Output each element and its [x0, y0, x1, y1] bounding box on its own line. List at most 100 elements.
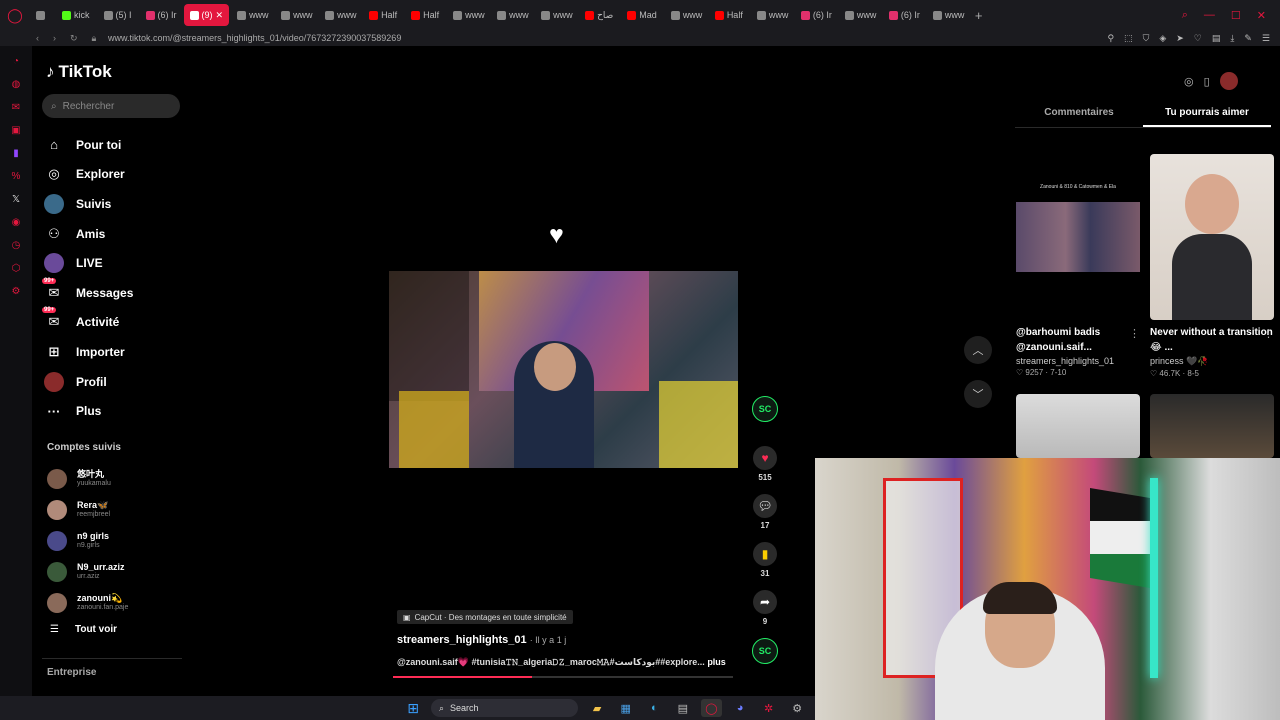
following-account[interactable]: N9_urr.aziz urr.aziz: [47, 556, 128, 587]
sidebar-percent-icon[interactable]: %: [12, 171, 21, 182]
vpn-icon[interactable]: ◈: [1159, 33, 1166, 44]
back-icon[interactable]: ‹: [36, 33, 39, 44]
video-author-name[interactable]: streamers_highlights_01: [397, 634, 527, 646]
profile-avatar[interactable]: [1219, 72, 1238, 90]
following-account[interactable]: 悠叶丸 yuukamalu: [47, 463, 128, 494]
forward-icon[interactable]: ›: [53, 33, 56, 44]
video-author[interactable]: streamers_highlights_01 · Il y a 1 j: [397, 634, 566, 646]
nav-item-explorer[interactable]: ◎ Explorer: [44, 160, 194, 190]
browser-tab[interactable]: Half: [709, 4, 749, 26]
browser-tab[interactable]: (6) Ir: [140, 4, 182, 26]
browser-tab[interactable]: (6) Ir: [883, 4, 925, 26]
browser-tab[interactable]: www: [839, 4, 881, 26]
browser-tab[interactable]: www: [275, 4, 317, 26]
browser-tab[interactable]: [30, 4, 54, 26]
sidebar-x-icon[interactable]: 𝕏: [12, 194, 20, 205]
browser-tab[interactable]: www: [927, 4, 969, 26]
heart-icon[interactable]: ♡: [1194, 33, 1202, 44]
nav-item-suivis[interactable]: Suivis: [44, 189, 194, 219]
browser-tab[interactable]: (9) ✕: [183, 4, 230, 26]
save-button[interactable]: ▮: [753, 542, 777, 566]
shield-icon[interactable]: ⛉: [1143, 33, 1150, 44]
search-input[interactable]: Rechercher: [63, 101, 115, 112]
file-explorer-icon[interactable]: ▰: [586, 699, 608, 717]
send-icon[interactable]: ➤: [1176, 33, 1184, 44]
card-author[interactable]: princess 🖤🥀: [1150, 356, 1274, 367]
url-field[interactable]: www.tiktok.com/@streamers_highlights_01/…: [108, 33, 401, 43]
capcut-tag[interactable]: ▣ CapCut · Des montages en toute simplic…: [397, 610, 573, 624]
card-thumbnail[interactable]: Zanouni & 810 & Catowmen & Ela: [1016, 154, 1140, 320]
store-icon[interactable]: ▦: [615, 699, 637, 717]
menu-icon[interactable]: ☰: [1262, 33, 1270, 44]
like-button[interactable]: ♥: [753, 446, 777, 470]
windows-start-icon[interactable]: ⊞: [402, 699, 424, 717]
nav-item-profil[interactable]: Profil: [44, 367, 194, 397]
browser-tab[interactable]: Mad: [621, 4, 663, 26]
tiktok-logo[interactable]: ♪ TikTok: [46, 62, 112, 82]
sidebar-bookmark-icon[interactable]: ▣: [11, 125, 20, 136]
nav-item-live[interactable]: LIVE: [44, 248, 194, 278]
search-bar[interactable]: ⌕ Rechercher: [42, 94, 180, 118]
tab-recommended[interactable]: Tu pourrais aimer: [1143, 104, 1271, 127]
following-account[interactable]: zanouni💫 zanouni.fan.paje: [47, 587, 128, 618]
creator-avatar[interactable]: SC: [752, 396, 778, 422]
browser-tab[interactable]: Half: [405, 4, 445, 26]
recommended-card[interactable]: Never without a transition 😂 ... princes…: [1150, 154, 1274, 378]
download-icon[interactable]: ⤓: [1230, 33, 1234, 44]
card-menu-icon[interactable]: ⋮: [1263, 327, 1274, 340]
calculator-icon[interactable]: ▤: [672, 699, 694, 717]
sound-avatar[interactable]: SC: [752, 638, 778, 664]
card-thumbnail[interactable]: [1150, 154, 1274, 320]
settings-icon[interactable]: ⚙: [786, 699, 808, 717]
taskbar-search[interactable]: ⌕ Search: [430, 699, 579, 717]
video-player[interactable]: [389, 271, 738, 468]
sidebar-player-icon[interactable]: ◉: [12, 217, 21, 228]
nav-item-messages[interactable]: ✉ 99+ Messages: [42, 277, 194, 308]
minimize-icon[interactable]: —: [1204, 9, 1215, 22]
sidebar-clock-icon[interactable]: ◷: [12, 240, 21, 251]
device-icon[interactable]: ▯: [1204, 75, 1210, 88]
nav-item-importer[interactable]: ⊞ Importer: [44, 337, 194, 367]
discord-icon[interactable]: ◕: [729, 699, 751, 717]
browser-tab[interactable]: kick: [56, 4, 96, 26]
share-button[interactable]: ➦: [753, 590, 777, 614]
card-author[interactable]: streamers_highlights_01: [1016, 356, 1140, 366]
browser-tab[interactable]: www: [491, 4, 533, 26]
sidebar-ai-icon[interactable]: ◍: [12, 79, 21, 90]
video-progress-bar[interactable]: [393, 676, 733, 678]
browser-tab[interactable]: (6) Ir: [795, 4, 837, 26]
close-tab-icon[interactable]: ✕: [216, 10, 224, 21]
next-video-button[interactable]: ﹀: [964, 380, 992, 408]
new-tab-button[interactable]: +: [969, 8, 989, 23]
maximize-icon[interactable]: ☐: [1231, 9, 1241, 22]
opera-taskbar-icon[interactable]: ◯: [700, 699, 723, 717]
sidebar-messenger-icon[interactable]: ✉: [12, 102, 20, 113]
nav-item-plus[interactable]: ··· Plus: [44, 396, 194, 426]
card-thumbnail[interactable]: [1016, 394, 1140, 458]
compass-icon[interactable]: ◎: [1184, 75, 1194, 88]
opera-logo-icon[interactable]: ◯: [0, 0, 30, 30]
reload-icon[interactable]: ↻: [70, 33, 78, 44]
edge-icon[interactable]: ◐: [643, 699, 665, 717]
browser-tab[interactable]: www: [231, 4, 273, 26]
sidebar-twitch-icon[interactable]: ▮: [13, 148, 19, 159]
browser-tab[interactable]: Half: [363, 4, 403, 26]
nav-item-activit[interactable]: ✉ 99+ Activité: [42, 307, 194, 338]
nav-item-pourtoi[interactable]: ⌂ Pour toi: [44, 130, 194, 160]
edit-icon[interactable]: ✎: [1244, 33, 1252, 44]
browser-tab[interactable]: www: [535, 4, 577, 26]
wallet-icon[interactable]: ▤: [1212, 33, 1221, 44]
search-tabs-icon[interactable]: ⌕: [1182, 9, 1188, 22]
browser-tab[interactable]: www: [319, 4, 361, 26]
following-account[interactable]: n9 girls n9.girls: [47, 525, 128, 556]
pin-icon[interactable]: ⚲: [1107, 33, 1114, 44]
sidebar-extensions-icon[interactable]: ⬡: [12, 263, 21, 274]
browser-tab[interactable]: www: [447, 4, 489, 26]
card-thumbnail[interactable]: [1150, 394, 1274, 458]
more-button[interactable]: plus: [707, 657, 726, 667]
following-account[interactable]: Rera🦋 reemjbreel: [47, 494, 128, 525]
sidebar-history-icon[interactable]: ◔: [13, 56, 19, 67]
browser-tab[interactable]: www: [751, 4, 793, 26]
recommended-card[interactable]: Zanouni & 810 & Catowmen & Ela @barhoumi…: [1016, 154, 1140, 377]
entreprise-link[interactable]: Entreprise: [47, 667, 96, 678]
